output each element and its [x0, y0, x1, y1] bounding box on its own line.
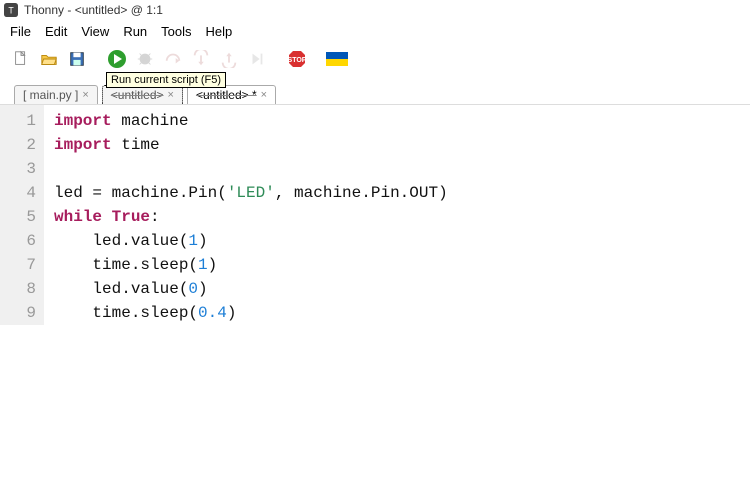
code-line[interactable]: led.value(0) — [54, 277, 448, 301]
open-file-button[interactable] — [38, 48, 60, 70]
play-icon — [107, 49, 127, 69]
svg-text:T: T — [8, 6, 14, 16]
run-button[interactable]: Run current script (F5) — [106, 48, 128, 70]
menu-file[interactable]: File — [4, 22, 37, 40]
code-line[interactable] — [54, 157, 448, 181]
resume-button[interactable] — [246, 48, 268, 70]
debug-button[interactable] — [134, 48, 156, 70]
title-bar: T Thonny - <untitled> @ 1:1 — [0, 0, 750, 20]
app-logo-icon: T — [4, 3, 18, 17]
ukraine-flag-icon — [326, 52, 348, 66]
support-ukraine-button[interactable] — [326, 48, 348, 70]
resume-icon — [248, 50, 266, 68]
line-number: 8 — [0, 277, 36, 301]
line-number: 3 — [0, 157, 36, 181]
code-area[interactable]: import machineimport time led = machine.P… — [44, 105, 448, 325]
line-number: 6 — [0, 229, 36, 253]
window-title: Thonny - <untitled> @ 1:1 — [24, 3, 163, 17]
close-icon[interactable]: × — [82, 89, 88, 101]
menu-edit[interactable]: Edit — [39, 22, 73, 40]
close-icon[interactable]: × — [261, 89, 267, 101]
code-line[interactable]: import time — [54, 133, 448, 157]
line-number: 7 — [0, 253, 36, 277]
line-number: 1 — [0, 109, 36, 133]
tab-label: [ main.py ] — [23, 88, 78, 102]
step-over-button[interactable] — [162, 48, 184, 70]
stop-icon: STOP — [287, 49, 307, 69]
step-out-button[interactable] — [218, 48, 240, 70]
code-line[interactable]: led = machine.Pin('LED', machine.Pin.OUT… — [54, 181, 448, 205]
line-gutter: 123456789 — [0, 105, 44, 325]
toolbar: Run current script (F5) STOP — [0, 42, 750, 80]
code-line[interactable]: import machine — [54, 109, 448, 133]
tab-0[interactable]: [ main.py ] × — [14, 85, 98, 104]
code-line[interactable]: while True: — [54, 205, 448, 229]
close-icon[interactable]: × — [168, 89, 174, 101]
new-file-button[interactable] — [10, 48, 32, 70]
step-over-icon — [164, 50, 182, 68]
line-number: 2 — [0, 133, 36, 157]
save-button[interactable] — [66, 48, 88, 70]
code-line[interactable]: led.value(1) — [54, 229, 448, 253]
folder-open-icon — [40, 50, 58, 68]
file-icon — [12, 50, 30, 68]
step-into-button[interactable] — [190, 48, 212, 70]
menu-tools[interactable]: Tools — [155, 22, 197, 40]
line-number: 9 — [0, 301, 36, 325]
line-number: 4 — [0, 181, 36, 205]
save-icon — [68, 50, 86, 68]
bug-icon — [136, 50, 154, 68]
menu-run[interactable]: Run — [117, 22, 153, 40]
run-tooltip: Run current script (F5) — [106, 72, 226, 88]
step-out-icon — [220, 50, 238, 68]
svg-text:STOP: STOP — [288, 57, 307, 64]
code-line[interactable]: time.sleep(0.4) — [54, 301, 448, 325]
tab-label: <untitled> * — [196, 88, 257, 102]
stop-button[interactable]: STOP — [286, 48, 308, 70]
line-number: 5 — [0, 205, 36, 229]
code-line[interactable]: time.sleep(1) — [54, 253, 448, 277]
code-editor[interactable]: 123456789 import machineimport time led =… — [0, 104, 750, 325]
menu-help[interactable]: Help — [200, 22, 239, 40]
step-into-icon — [192, 50, 210, 68]
menu-bar: File Edit View Run Tools Help — [0, 20, 750, 42]
tab-label: <untitled> — [111, 88, 164, 102]
menu-view[interactable]: View — [75, 22, 115, 40]
